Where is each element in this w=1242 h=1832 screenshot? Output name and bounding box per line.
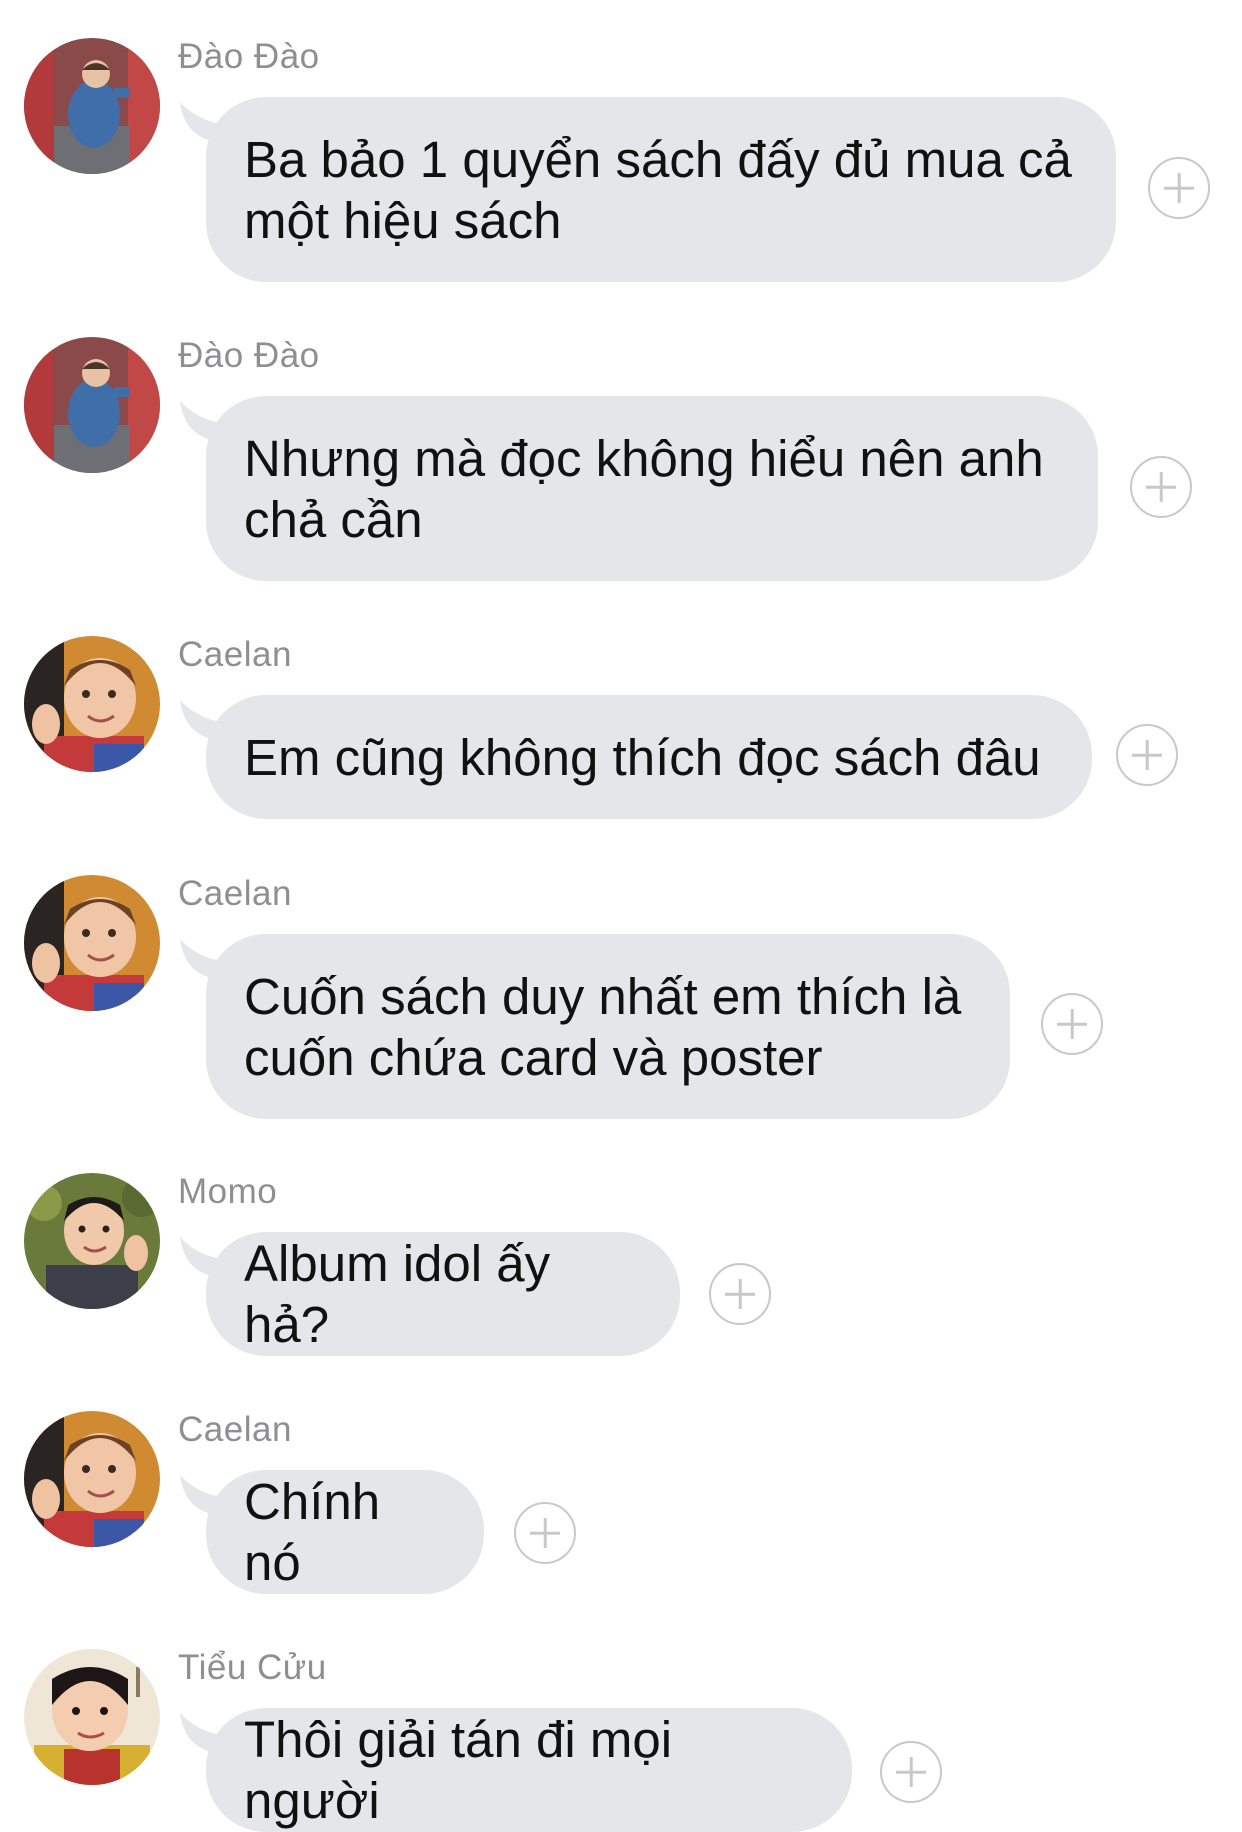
sender-name: Tiểu Cửu — [178, 1648, 327, 1687]
message-text: Cuốn sách duy nhất em thích là cuốn chứa… — [244, 967, 962, 1086]
message-bubble[interactable]: Chính nó — [206, 1470, 484, 1594]
add-reaction-icon[interactable] — [1130, 456, 1192, 518]
add-reaction-icon[interactable] — [709, 1263, 771, 1325]
message-bubble[interactable]: Cuốn sách duy nhất em thích là cuốn chứa… — [206, 934, 1010, 1119]
message-bubble[interactable]: Thôi giải tán đi mọi người — [206, 1708, 852, 1832]
avatar-momo[interactable] — [24, 1173, 160, 1309]
message-text: Album idol ấy hả? — [244, 1235, 565, 1353]
add-reaction-icon[interactable] — [1116, 724, 1178, 786]
avatar-caelan[interactable] — [24, 1411, 160, 1547]
sender-name: Đào Đào — [178, 336, 320, 375]
sender-name: Caelan — [178, 635, 292, 674]
add-reaction-icon[interactable] — [514, 1502, 576, 1564]
message-text: Thôi giải tán đi mọi người — [244, 1711, 687, 1829]
add-reaction-icon[interactable] — [1041, 993, 1103, 1055]
message-text: Ba bảo 1 quyển sách đấy đủ mua cả một hi… — [244, 130, 1072, 249]
message-text: Chính nó — [244, 1473, 395, 1591]
message-text: Nhưng mà đọc không hiểu nên anh chả cần — [244, 429, 1044, 548]
avatar-tieu-cuu[interactable] — [24, 1649, 160, 1785]
sender-name: Caelan — [178, 874, 292, 913]
message-bubble[interactable]: Nhưng mà đọc không hiểu nên anh chả cần — [206, 396, 1098, 581]
sender-name: Đào Đào — [178, 37, 320, 76]
sender-name: Momo — [178, 1172, 278, 1211]
add-reaction-icon[interactable] — [880, 1741, 942, 1803]
message-text: Em cũng không thích đọc sách đâu — [244, 728, 1041, 786]
avatar-caelan[interactable] — [24, 875, 160, 1011]
message-bubble[interactable]: Em cũng không thích đọc sách đâu — [206, 695, 1092, 819]
message-bubble[interactable]: Album idol ấy hả? — [206, 1232, 680, 1356]
message-bubble[interactable]: Ba bảo 1 quyển sách đấy đủ mua cả một hi… — [206, 97, 1116, 282]
sender-name: Caelan — [178, 1410, 292, 1449]
avatar-caelan[interactable] — [24, 636, 160, 772]
avatar-dao-dao[interactable] — [24, 337, 160, 473]
add-reaction-icon[interactable] — [1148, 157, 1210, 219]
avatar-dao-dao[interactable] — [24, 38, 160, 174]
